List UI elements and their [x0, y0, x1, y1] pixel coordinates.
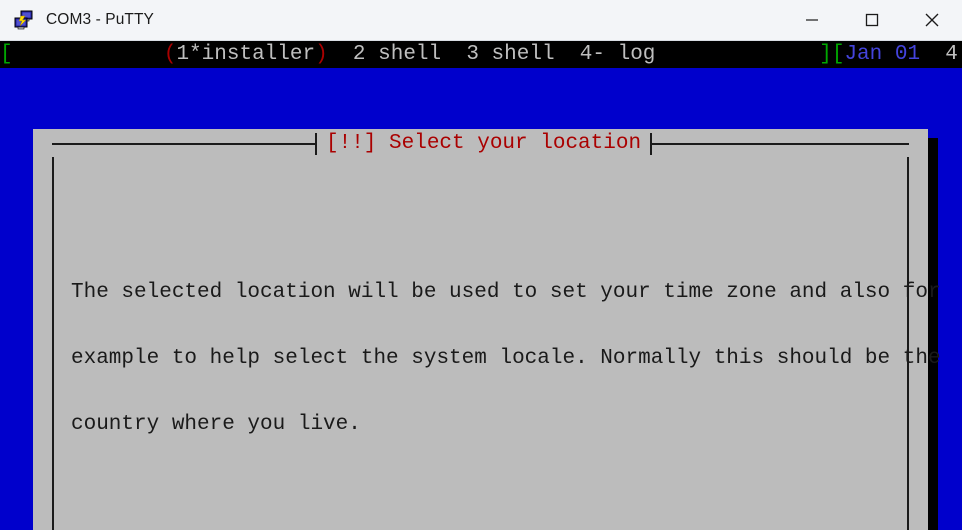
tmux-spacer-4 — [555, 43, 580, 66]
window-title: COM3 - PuTTY — [46, 11, 154, 28]
tmux-time: 4:25 — [945, 43, 962, 66]
tmux-spacer-6 — [920, 43, 945, 66]
paragraph-1-line-3: country where you live. — [71, 413, 361, 436]
tmux-status-bar: [ (1*installer) 2 shell 3 shell 4- log ]… — [0, 41, 962, 68]
tmux-spacer-3 — [441, 43, 466, 66]
tmux-window-4-log[interactable]: 4- log — [580, 43, 656, 66]
paragraph-1-line-1: The selected location will be used to se… — [71, 281, 941, 304]
putty-window: COM3 - PuTTY [ (1*installer) 2 shell 3 s… — [0, 0, 962, 530]
paragraph-1-line-2: example to help select the system locale… — [71, 347, 941, 370]
select-location-dialog: [!!] Select your location The selected l… — [33, 129, 941, 530]
dialog-body: The selected location will be used to se… — [52, 160, 941, 530]
tmux-date: Jan 01 — [844, 43, 921, 66]
putty-computer-icon — [13, 9, 35, 31]
tmux-window-2-shell[interactable]: 2 shell — [353, 43, 441, 66]
tmux-window-paren-close: ) — [315, 43, 328, 66]
window-titlebar: COM3 - PuTTY — [0, 0, 962, 41]
tmux-window-installer[interactable]: 1*installer — [176, 43, 315, 66]
tmux-window-paren-open: ( — [163, 43, 177, 66]
tmux-left-bracket: [ — [0, 43, 13, 66]
tmux-mid-brackets: ][ — [819, 43, 845, 66]
tmux-spacer-5 — [655, 43, 819, 66]
tmux-spacer-2 — [328, 43, 353, 66]
maximize-button[interactable] — [842, 0, 902, 41]
titlebar-left: COM3 - PuTTY — [0, 9, 782, 31]
close-button[interactable] — [902, 0, 962, 41]
terminal-screen[interactable]: [ (1*installer) 2 shell 3 shell 4- log ]… — [0, 41, 962, 530]
tmux-window-3-shell[interactable]: 3 shell — [466, 43, 554, 66]
minimize-button[interactable] — [782, 0, 842, 41]
tmux-spacer-1 — [13, 43, 164, 66]
dialog-paragraph-1: The selected location will be used to se… — [71, 238, 941, 480]
